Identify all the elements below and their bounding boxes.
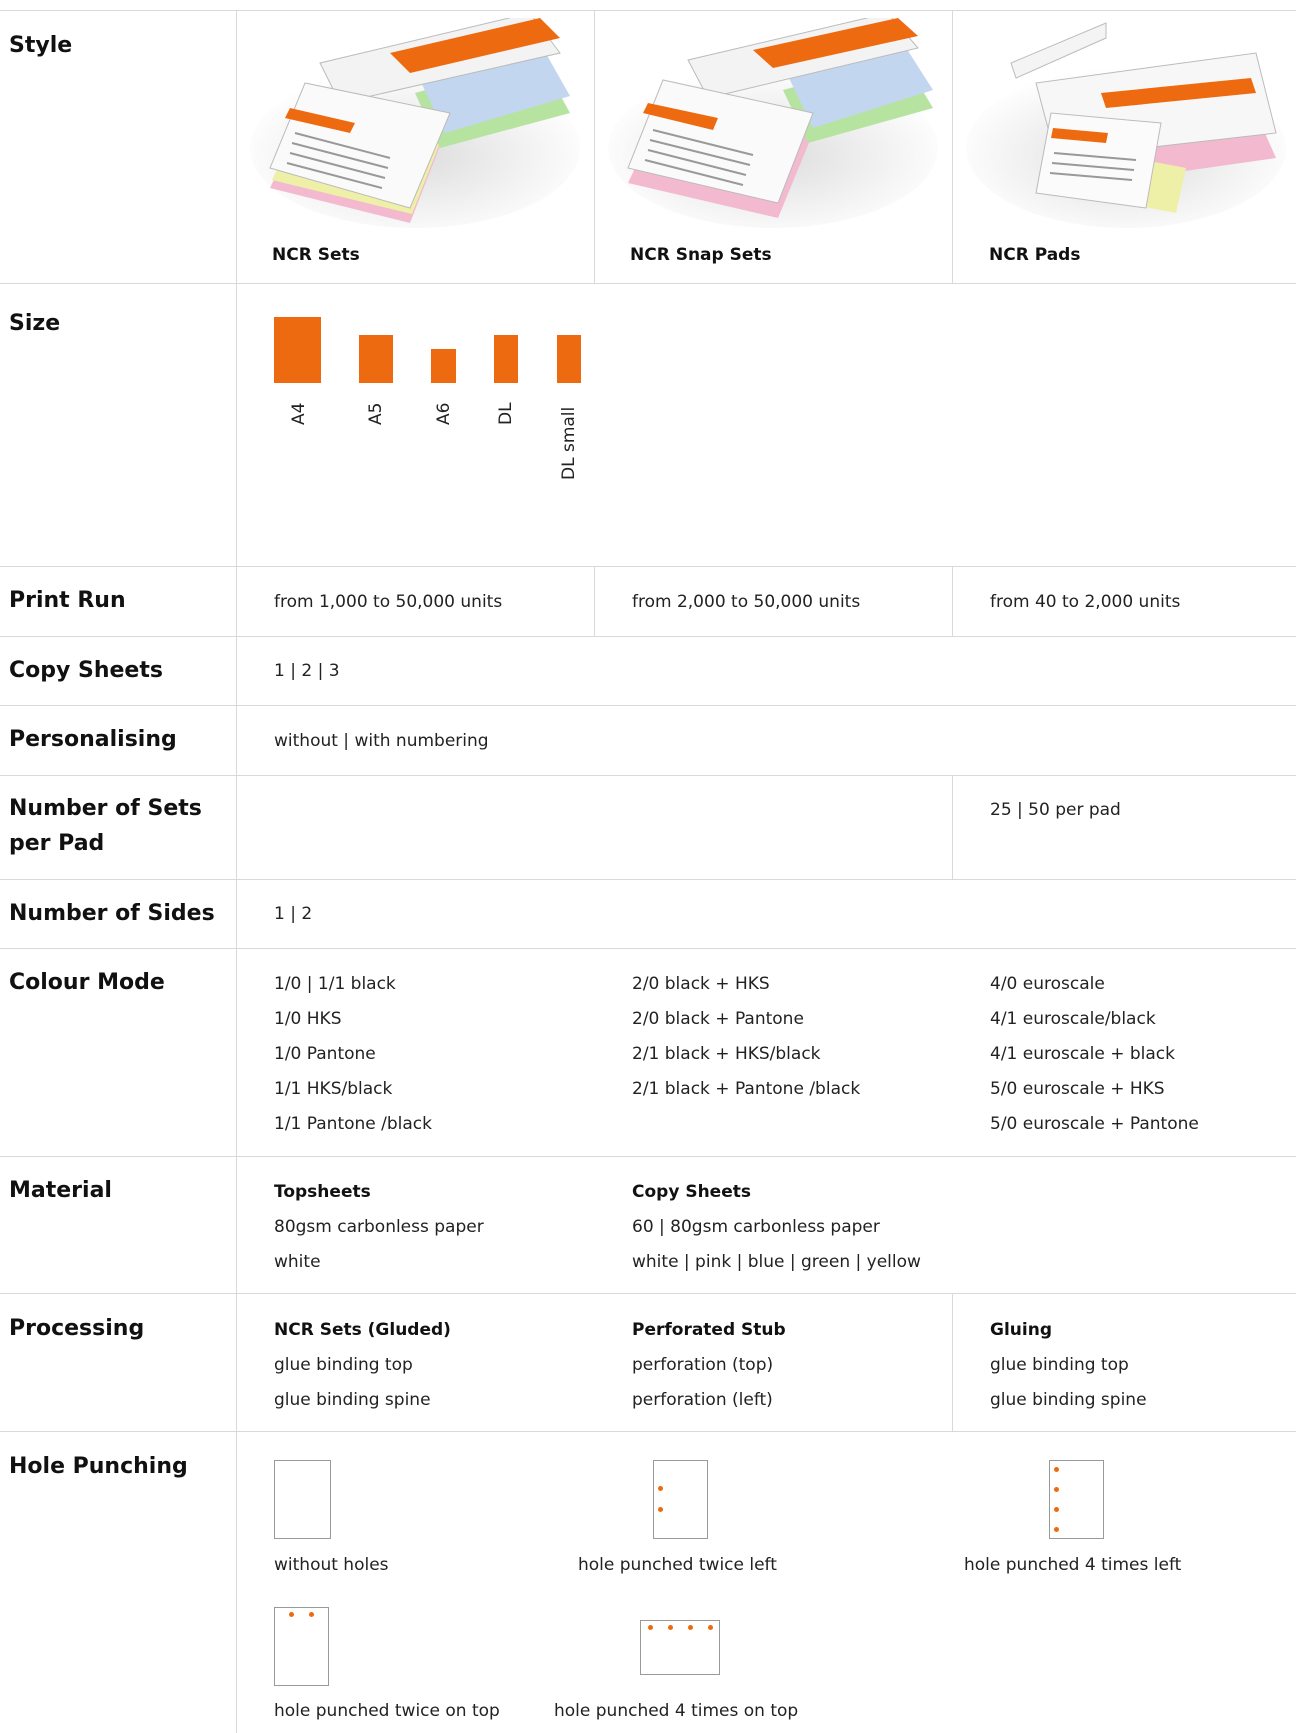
sides-value: 1 | 2 [274,904,313,924]
print-run-ncr-pads: from 40 to 2,000 units [990,592,1181,612]
colour-mode-item: 5/0 euroscale + Pantone [990,1114,1199,1134]
hole-dot [1054,1487,1059,1492]
hole-dot [1054,1527,1059,1532]
row-label-copy-sheets: Copy Sheets [9,658,163,683]
hole-dot [708,1625,713,1630]
colour-mode-item: 2/1 black + HKS/black [632,1044,821,1064]
sheet-icon [274,1460,331,1539]
size-a6-bar [431,349,456,383]
size-a5-bar [359,335,393,383]
hole-dot [658,1507,663,1512]
row-label-personalising: Personalising [9,727,177,752]
hole-option-label: without holes [274,1555,389,1575]
sheet-icon [274,1607,329,1686]
size-dl-small-bar [557,335,581,383]
copy-sheets-value: 1 | 2 | 3 [274,661,340,681]
material-line: 80gsm carbonless paper [274,1217,484,1237]
row-label-colour-mode: Colour Mode [9,970,165,995]
processing-line: glue binding top [274,1355,413,1375]
hole-option-label: hole punched 4 times on top [554,1701,799,1721]
row-label-size: Size [9,311,61,336]
material-line: 60 | 80gsm carbonless paper [632,1217,880,1237]
size-label: A4 [289,402,309,425]
material-line: white [274,1252,321,1272]
colour-mode-item: 4/1 euroscale + black [990,1044,1175,1064]
size-a4-bar [274,317,321,383]
colour-mode-item: 4/1 euroscale/black [990,1009,1156,1029]
material-title: Topsheets [274,1182,371,1202]
row-label-sides: Number of Sides [9,901,215,926]
hole-option-label: hole punched 4 times left [964,1555,1182,1575]
colour-mode-item: 1/1 Pantone /black [274,1114,432,1134]
processing-ncr-sets: NCR Sets (Gluded) glue binding top glue … [274,1313,451,1418]
colour-mode-item: 2/1 black + Pantone /black [632,1079,861,1099]
processing-line: glue binding spine [990,1390,1147,1410]
processing-perforated-stub: Perforated Stub perforation (top) perfor… [632,1313,786,1418]
material-copy-sheets: Copy Sheets 60 | 80gsm carbonless paper … [632,1175,921,1280]
material-title: Copy Sheets [632,1182,751,1202]
ncr-pads-image [966,22,1286,228]
style-item-label: NCR Pads [989,245,1081,265]
hole-dot [289,1612,294,1617]
label-line: per Pad [9,831,105,856]
colour-mode-item: 1/1 HKS/black [274,1079,393,1099]
colour-mode-item: 2/0 black + HKS [632,974,770,994]
print-run-ncr-snap-sets: from 2,000 to 50,000 units [632,592,861,612]
hole-option-label: hole punched twice left [578,1555,777,1575]
hole-option-label: hole punched twice on top [274,1701,500,1721]
sets-per-pad-value: 25 | 50 per pad [990,800,1121,820]
colour-mode-col3: 4/0 euroscale 4/1 euroscale/black 4/1 eu… [990,967,1199,1142]
processing-line: glue binding top [990,1355,1129,1375]
colour-mode-item: 2/0 black + Pantone [632,1009,804,1029]
sheet-icon [640,1620,720,1675]
row-label-hole-punching: Hole Punching [9,1454,188,1479]
row-label-material: Material [9,1178,112,1203]
style-item-label: NCR Sets [272,245,360,265]
processing-title: Perforated Stub [632,1320,786,1340]
label-line: Number of Sets [9,796,202,821]
size-label: DL small [559,406,579,480]
personalising-value: without | with numbering [274,731,489,751]
colour-mode-item: 5/0 euroscale + HKS [990,1079,1165,1099]
processing-line: perforation (top) [632,1355,774,1375]
colour-mode-item: 1/0 HKS [274,1009,342,1029]
processing-title: NCR Sets (Gluded) [274,1320,451,1340]
row-label-style: Style [9,33,73,58]
ncr-sets-image [250,18,580,228]
size-dl-bar [494,335,518,383]
ncr-snap-sets-image [608,18,938,228]
sheet-icon [653,1460,708,1539]
row-label-print-run: Print Run [9,588,126,613]
colour-mode-col2: 2/0 black + HKS 2/0 black + Pantone 2/1 … [632,967,860,1107]
hole-dot [688,1625,693,1630]
row-label-processing: Processing [9,1316,145,1341]
colour-mode-item: 1/0 | 1/1 black [274,974,396,994]
processing-line: glue binding spine [274,1390,431,1410]
colour-mode-col1: 1/0 | 1/1 black 1/0 HKS 1/0 Pantone 1/1 … [274,967,432,1142]
hole-dot [1054,1467,1059,1472]
processing-gluing: Gluing glue binding top glue binding spi… [990,1313,1147,1418]
material-line: white | pink | blue | green | yellow [632,1252,921,1272]
size-label: DL [496,402,516,425]
hole-dot [658,1486,663,1491]
hole-dot [668,1625,673,1630]
size-label: A5 [366,402,386,425]
material-topsheets: Topsheets 80gsm carbonless paper white [274,1175,484,1280]
colour-mode-item: 4/0 euroscale [990,974,1105,994]
sheet-icon [1049,1460,1104,1539]
processing-line: perforation (left) [632,1390,773,1410]
hole-dot [1054,1507,1059,1512]
print-run-ncr-sets: from 1,000 to 50,000 units [274,592,503,612]
colour-mode-item: 1/0 Pantone [274,1044,376,1064]
hole-dot [648,1625,653,1630]
hole-dot [309,1612,314,1617]
style-item-label: NCR Snap Sets [630,245,772,265]
processing-title: Gluing [990,1320,1052,1340]
row-label-sets-per-pad: Number of Sets per Pad [9,791,219,861]
size-label: A6 [434,402,454,425]
